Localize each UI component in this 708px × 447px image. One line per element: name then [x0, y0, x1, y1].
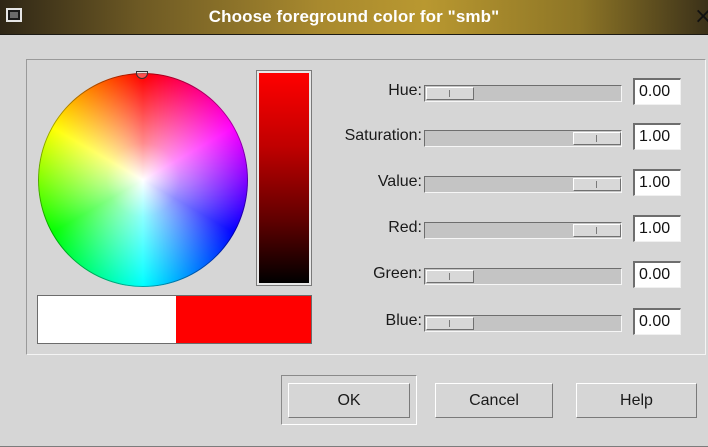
value-label: Value:: [377, 173, 422, 190]
hue-row: Hue: 0.00: [310, 78, 706, 106]
value-slider[interactable]: [424, 176, 622, 193]
cancel-button[interactable]: Cancel: [435, 383, 553, 418]
saturation-slider[interactable]: [424, 130, 622, 147]
value-slider-thumb[interactable]: [573, 178, 621, 191]
hue-entry[interactable]: 0.00: [633, 78, 681, 105]
green-slider[interactable]: [424, 268, 622, 285]
color-wheel[interactable]: [38, 73, 248, 287]
title-bar[interactable]: Choose foreground color for "smb" ×: [0, 0, 708, 35]
blue-slider-thumb[interactable]: [426, 317, 474, 330]
value-row: Value: 1.00: [310, 169, 706, 197]
value-bar[interactable]: [256, 70, 312, 286]
close-icon[interactable]: ×: [694, 4, 708, 30]
help-button[interactable]: Help: [576, 383, 697, 418]
current-color-swatch: [176, 296, 311, 343]
blue-entry[interactable]: 0.00: [633, 308, 681, 335]
hue-slider[interactable]: [424, 85, 622, 102]
window-title: Choose foreground color for "smb": [208, 7, 500, 26]
hue-slider-thumb[interactable]: [426, 87, 474, 100]
green-row: Green: 0.00: [310, 261, 706, 289]
value-gradient[interactable]: [259, 73, 309, 283]
red-slider[interactable]: [424, 222, 622, 239]
saturation-row: Saturation: 1.00: [310, 123, 706, 151]
hue-saturation-wheel[interactable]: [38, 71, 248, 287]
saturation-label: Saturation:: [344, 127, 422, 144]
previous-color-swatch: [38, 296, 176, 343]
color-sample: [37, 295, 312, 344]
green-label: Green:: [373, 265, 422, 282]
green-entry[interactable]: 0.00: [633, 261, 681, 288]
saturation-entry[interactable]: 1.00: [633, 123, 681, 150]
hue-label: Hue:: [388, 82, 422, 99]
ok-button[interactable]: OK: [288, 383, 410, 418]
saturation-slider-thumb[interactable]: [573, 132, 621, 145]
red-row: Red: 1.00: [310, 215, 706, 243]
blue-label: Blue:: [385, 312, 422, 329]
green-slider-thumb[interactable]: [426, 270, 474, 283]
red-slider-thumb[interactable]: [573, 224, 621, 237]
blue-slider[interactable]: [424, 315, 622, 332]
red-label: Red:: [388, 219, 422, 236]
red-entry[interactable]: 1.00: [633, 215, 681, 242]
value-entry[interactable]: 1.00: [633, 169, 681, 196]
blue-row: Blue: 0.00: [310, 308, 706, 336]
